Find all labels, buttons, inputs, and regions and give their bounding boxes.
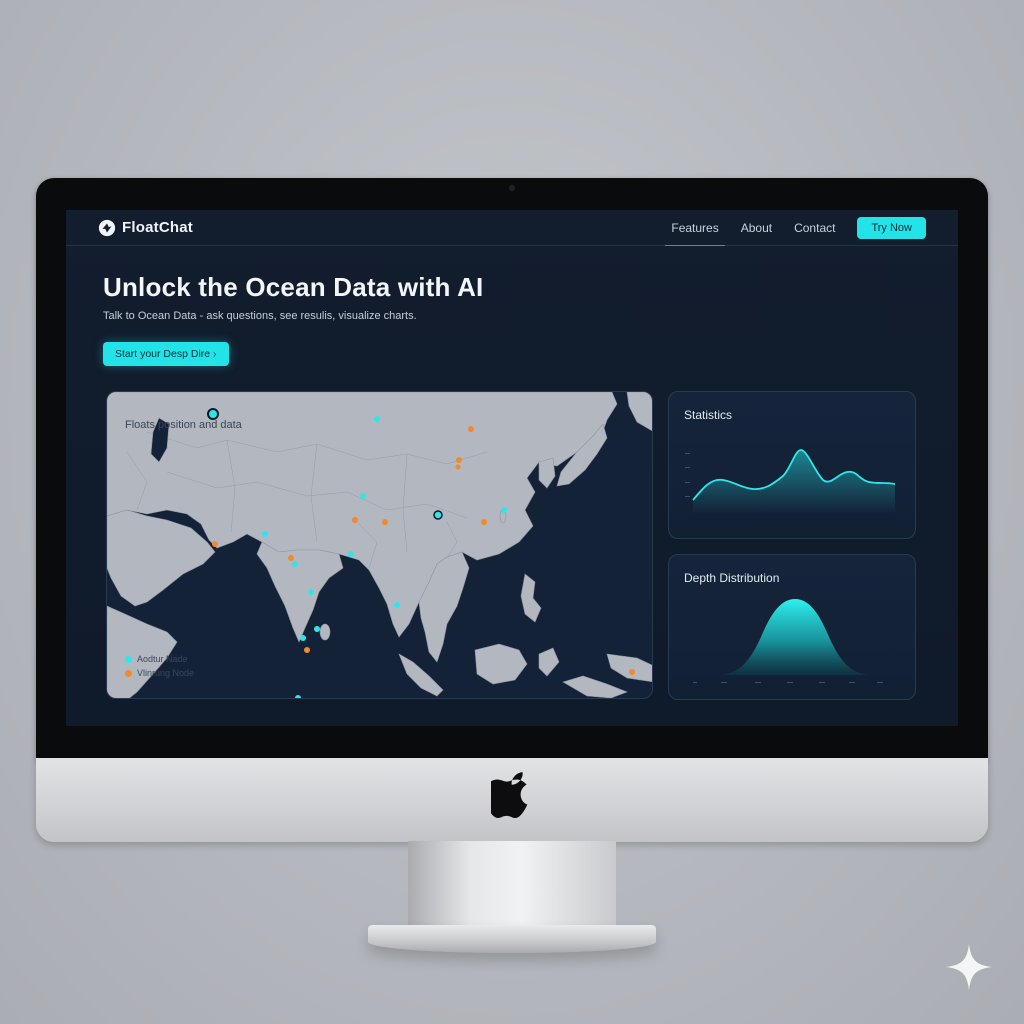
land-korea	[538, 457, 556, 489]
land-africa	[107, 605, 178, 698]
axis-tick	[685, 453, 690, 454]
axis-tick	[685, 467, 690, 468]
apple-logo-icon	[491, 772, 528, 819]
float-node	[455, 464, 461, 470]
hero-subtitle: Talk to Ocean Data - ask questions, see …	[103, 310, 417, 322]
land-philippines	[520, 573, 542, 623]
top-nav: FloatChat Features About Contact Try Now	[66, 210, 958, 246]
float-node	[394, 602, 400, 608]
legend-item: Vlinrung Node	[125, 668, 194, 678]
monitor-chin	[36, 758, 988, 842]
map-title: Floats position and data	[125, 419, 242, 431]
axis-tick	[685, 496, 690, 497]
nav-links: Features About Contact Try Now	[665, 216, 926, 246]
floatchat-logo-icon	[98, 219, 116, 236]
depth-title: Depth Distribution	[684, 571, 780, 585]
brand[interactable]: FloatChat	[98, 219, 193, 237]
app-screen: FloatChat Features About Contact Try Now…	[66, 210, 958, 726]
monitor-stand-neck	[408, 841, 616, 933]
float-node	[262, 531, 268, 537]
float-node	[212, 541, 218, 547]
float-node	[288, 555, 294, 561]
map-legend: Aodtur Nade Vlinrung Node	[125, 654, 194, 682]
map-graphic	[107, 392, 652, 698]
legend-label: Vlinrung Node	[137, 668, 195, 678]
legend-dot-cyan	[125, 655, 132, 663]
start-dive-label: Start your Desp Dire	[115, 348, 211, 360]
land-india	[256, 541, 344, 643]
nav-link-contact[interactable]: Contact	[794, 221, 835, 235]
floats-map[interactable]: Floats position and data Aodtur Nade Vli…	[106, 391, 653, 699]
float-node	[468, 426, 474, 432]
float-node	[501, 507, 507, 513]
nav-link-features[interactable]: Features	[665, 221, 726, 246]
float-node	[433, 510, 443, 520]
axis-tick	[877, 682, 883, 683]
axis-tick	[787, 682, 793, 683]
float-node	[374, 416, 380, 422]
float-node	[292, 561, 298, 567]
float-node	[481, 519, 487, 525]
monitor-stand-foot	[368, 925, 656, 953]
land-arabia	[107, 509, 216, 607]
legend-label: Aodtur Nade	[137, 654, 188, 664]
float-node	[352, 517, 358, 523]
depth-area	[721, 599, 869, 675]
float-node	[382, 519, 388, 525]
float-node	[314, 626, 320, 632]
chevron-right-icon: ›	[213, 348, 217, 360]
try-now-button[interactable]: Try Now	[857, 216, 926, 239]
float-node	[348, 551, 354, 557]
float-node	[295, 695, 301, 698]
statistics-title: Statistics	[684, 408, 733, 422]
sparkle-icon	[946, 944, 992, 990]
axis-tick	[685, 482, 690, 483]
float-node	[207, 408, 219, 420]
axis-tick	[755, 682, 761, 683]
depth-x-ticks	[693, 682, 883, 683]
float-node	[629, 669, 635, 675]
legend-item: Aodtur Nade	[125, 654, 194, 664]
land-borneo	[474, 643, 528, 685]
axis-tick	[849, 682, 855, 683]
float-node	[308, 589, 314, 595]
axis-tick	[819, 682, 825, 683]
brand-name: FloatChat	[122, 219, 193, 236]
axis-tick	[693, 682, 697, 683]
nav-link-about[interactable]: About	[741, 221, 772, 235]
float-node	[304, 647, 310, 653]
float-node	[300, 635, 306, 641]
statistics-card[interactable]: Statistics	[668, 391, 916, 539]
legend-dot-orange	[125, 669, 132, 677]
hero-title: Unlock the Ocean Data with AI	[103, 272, 484, 302]
depth-distribution-card[interactable]: Depth Distribution	[668, 554, 916, 700]
float-node	[456, 457, 462, 463]
webcam	[509, 185, 515, 191]
float-node	[360, 493, 366, 499]
start-dive-button[interactable]: Start your Desp Dire ›	[103, 342, 229, 366]
axis-tick	[721, 682, 727, 683]
statistics-area	[693, 450, 895, 514]
